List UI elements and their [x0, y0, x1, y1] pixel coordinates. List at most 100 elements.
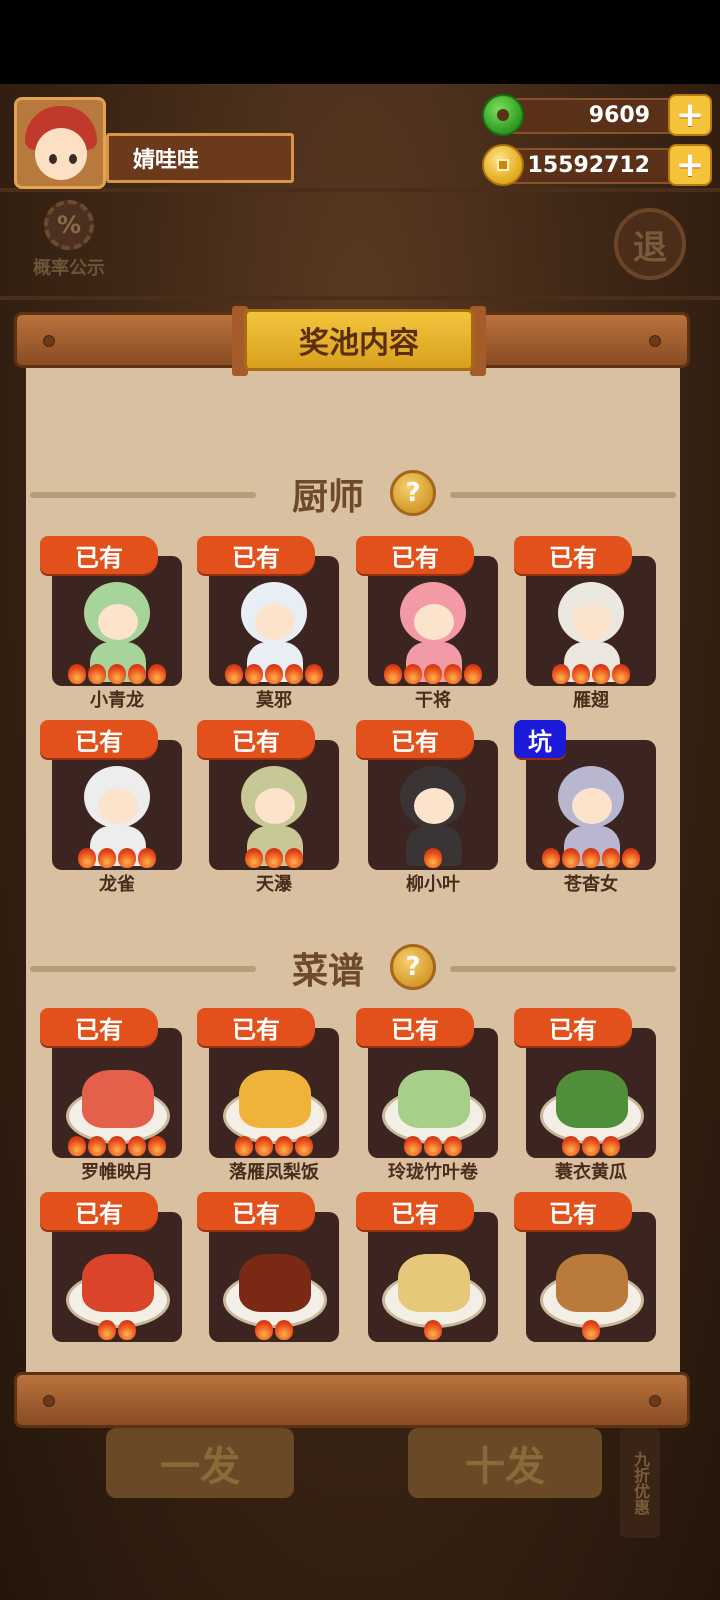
status-bar — [0, 0, 720, 84]
recipes-portrait — [52, 1212, 182, 1342]
chefs-card[interactable]: 坑苍杳女 — [514, 720, 666, 895]
recipes-card[interactable]: 已有 — [197, 1192, 349, 1364]
recipes-heading: 菜谱 — [292, 951, 365, 992]
flame-star-icon — [572, 664, 590, 684]
flame-star-icon — [464, 664, 482, 684]
probability-button[interactable]: % 概率公示 — [22, 200, 116, 284]
recipes-portrait — [368, 1028, 498, 1158]
prize-pool-panel[interactable]: 厨师 ? 已有 小青龙 已有 莫邪 已有 干将 已有 雁翅 已有 龙雀 已有 天瀑 已有 柳小叶坑苍杳女 … — [26, 360, 680, 1372]
jade-icon — [482, 94, 524, 136]
recipes-name: 玲珑竹叶卷 — [388, 1162, 478, 1183]
recipes-card[interactable]: 已有 罗帷映月 — [40, 1008, 192, 1183]
flame-star-icon — [68, 1136, 86, 1156]
flame-star-icon — [235, 1136, 253, 1156]
ten-draw-button[interactable]: 十发 — [408, 1428, 602, 1498]
flame-star-icon — [245, 848, 263, 868]
nail — [43, 335, 55, 347]
player-avatar[interactable] — [14, 97, 106, 189]
flame-star-icon — [108, 1136, 126, 1156]
recipes-portrait — [209, 1212, 339, 1342]
player-name: 婧哇哇 — [106, 133, 294, 183]
divider — [30, 966, 256, 972]
probability-label: 概率公示 — [33, 258, 105, 279]
chefs-card[interactable]: 已有 小青龙 — [40, 536, 192, 711]
rarity-stars — [52, 848, 182, 868]
recipes-card[interactable]: 已有 — [356, 1192, 508, 1364]
recipes-card[interactable]: 已有 — [514, 1192, 666, 1364]
chefs-card[interactable]: 已有 干将 — [356, 536, 508, 711]
chefs-card[interactable]: 已有 莫邪 — [197, 536, 349, 711]
avatar-face — [35, 128, 87, 180]
chefs-help-button[interactable]: ? — [390, 470, 436, 516]
avatar-eye — [49, 154, 57, 164]
character-face — [572, 604, 612, 640]
chefs-card[interactable]: 已有 柳小叶 — [356, 720, 508, 895]
character-face — [98, 788, 138, 824]
character-face — [414, 604, 454, 640]
chefs-name: 雁翅 — [573, 690, 609, 711]
flame-star-icon — [245, 664, 263, 684]
exit-button[interactable]: 退 — [614, 208, 686, 280]
flame-star-icon — [602, 1136, 620, 1156]
jade-value: 9609 — [588, 103, 650, 128]
chefs-portrait — [209, 556, 339, 686]
flame-star-icon — [404, 664, 422, 684]
recipes-card[interactable]: 已有 玲珑竹叶卷 — [356, 1008, 508, 1183]
owned-badge: 已有 — [40, 536, 158, 574]
flame-star-icon — [128, 664, 146, 684]
recipes-card[interactable]: 已有 — [40, 1192, 192, 1364]
rarity-stars — [52, 1136, 182, 1156]
pity-badge: 坑 — [514, 720, 566, 758]
flame-star-icon — [138, 848, 156, 868]
flame-star-icon — [225, 664, 243, 684]
flame-star-icon — [128, 1136, 146, 1156]
owned-badge: 已有 — [356, 1192, 474, 1230]
recipes-card[interactable]: 已有 蓑衣黄瓜 — [514, 1008, 666, 1183]
recipes-portrait — [52, 1028, 182, 1158]
flame-star-icon — [275, 1136, 293, 1156]
character-face — [255, 604, 295, 640]
flame-star-icon — [582, 1320, 600, 1340]
flame-star-icon — [582, 848, 600, 868]
rarity-stars — [52, 1320, 182, 1340]
divider — [30, 492, 256, 498]
dish-food — [398, 1254, 470, 1312]
avatar-eye — [69, 154, 77, 164]
recipes-help-button[interactable]: ? — [390, 944, 436, 990]
dish-food — [398, 1070, 470, 1128]
owned-badge: 已有 — [356, 720, 474, 758]
flame-star-icon — [98, 1320, 116, 1340]
dish-food — [239, 1254, 311, 1312]
add-jade-button[interactable]: + — [668, 94, 712, 136]
gold-currency: 15592712 + — [482, 144, 712, 186]
flame-star-icon — [265, 848, 283, 868]
owned-badge: 已有 — [40, 1192, 158, 1230]
flame-star-icon — [542, 848, 560, 868]
chefs-name: 干将 — [415, 690, 451, 711]
owned-badge: 已有 — [514, 536, 632, 574]
recipes-name: 落雁凤梨饭 — [229, 1162, 319, 1183]
character-face — [572, 788, 612, 824]
character-face — [98, 604, 138, 640]
flame-star-icon — [255, 1136, 273, 1156]
background-stripe — [0, 188, 720, 192]
add-gold-button[interactable]: + — [668, 144, 712, 186]
flame-star-icon — [108, 664, 126, 684]
single-draw-button[interactable]: 一发 — [106, 1428, 294, 1498]
chefs-card[interactable]: 已有 天瀑 — [197, 720, 349, 895]
scroll-bottom-rod — [14, 1372, 690, 1428]
dish-food — [556, 1254, 628, 1312]
flame-star-icon — [424, 1320, 442, 1340]
flame-star-icon — [255, 1320, 273, 1340]
rarity-stars — [209, 664, 339, 684]
rarity-stars — [52, 664, 182, 684]
recipes-card[interactable]: 已有 落雁凤梨饭 — [197, 1008, 349, 1183]
recipes-portrait — [526, 1028, 656, 1158]
flame-star-icon — [118, 848, 136, 868]
flame-star-icon — [424, 848, 442, 868]
recipes-portrait — [368, 1212, 498, 1342]
gold-value: 15592712 — [527, 153, 650, 178]
chefs-card[interactable]: 已有 龙雀 — [40, 720, 192, 895]
chefs-card[interactable]: 已有雁翅 — [514, 536, 666, 711]
rarity-stars — [526, 848, 656, 868]
